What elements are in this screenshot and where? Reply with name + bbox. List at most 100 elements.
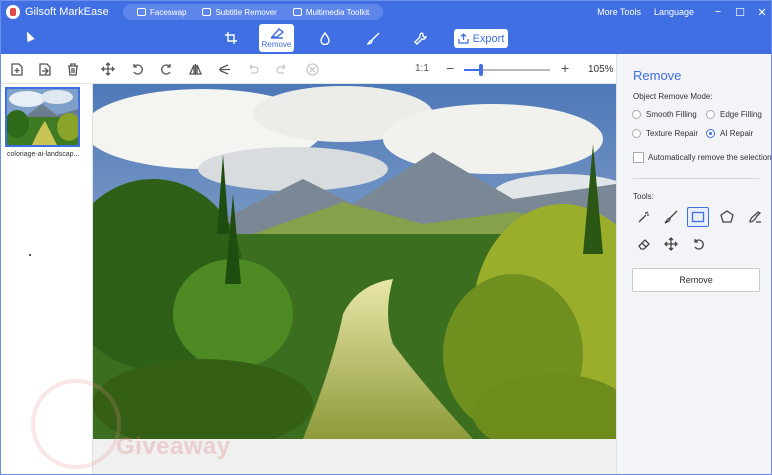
more-tools-link[interactable]: More Tools: [597, 7, 641, 17]
language-link[interactable]: Language: [654, 7, 694, 17]
rectangle-select-icon: [691, 211, 705, 223]
rotate-right-button[interactable]: [159, 62, 173, 76]
auto-remove-checkbox[interactable]: Automatically remove the selection: [633, 152, 772, 163]
brush-tool[interactable]: [660, 207, 682, 227]
stray-dot: [29, 254, 31, 256]
reset-tool[interactable]: [687, 234, 709, 254]
mouse-cursor-icon: [23, 29, 35, 43]
clear-icon: [305, 62, 319, 76]
brush-icon: [366, 32, 379, 45]
landscape-thumbnail-image: [7, 89, 78, 145]
flip-vertical-icon: [218, 63, 230, 75]
radio-circle-selected: [706, 129, 715, 138]
polygon-lasso-icon: [720, 210, 734, 223]
rectangle-tool[interactable]: [687, 207, 709, 227]
export-icon: [457, 33, 469, 44]
undo-button[interactable]: [246, 62, 260, 76]
flip-horizontal-button[interactable]: [188, 62, 202, 76]
watermark-mode-button[interactable]: [314, 23, 336, 53]
tools-label: Tools:: [633, 192, 654, 201]
app-title: Gilsoft MarkEase: [25, 6, 109, 18]
panel-title: Remove: [633, 68, 682, 83]
zoom-in-button[interactable]: +: [561, 60, 569, 76]
rotate-left-icon: [132, 63, 143, 75]
subtitle-remover-label: Subtitle Remover: [215, 7, 277, 17]
zoom-slider-thumb[interactable]: [479, 64, 484, 76]
ai-repair-label: AI Repair: [720, 129, 754, 138]
maximize-button[interactable]: ☐: [729, 1, 751, 23]
checkbox-box: [633, 152, 644, 163]
wrench-icon: [413, 31, 427, 45]
crop-icon: [225, 32, 237, 44]
import-file-button[interactable]: [38, 62, 52, 76]
tools-mode-button[interactable]: [409, 23, 431, 53]
brush-mode-button[interactable]: [362, 23, 384, 53]
watermark-text: Giveaway: [116, 433, 231, 460]
zoom-out-button[interactable]: −: [446, 60, 454, 76]
landscape-photo[interactable]: [93, 84, 616, 439]
lasso-pen-icon: [749, 211, 762, 223]
zoom-slider[interactable]: [464, 64, 550, 76]
file-name: coloriage-ai-landscap...: [7, 151, 80, 158]
faceswap-label: Faceswap: [150, 7, 187, 17]
edit-toolbar: 1:1 − + 105%: [1, 54, 616, 84]
remove-button[interactable]: Remove: [632, 268, 760, 292]
radio-circle: [632, 110, 641, 119]
minimize-button[interactable]: −: [707, 1, 729, 23]
close-button[interactable]: ✕: [751, 1, 771, 23]
radio-circle: [632, 129, 641, 138]
zoom-ratio-button[interactable]: 1:1: [415, 63, 429, 74]
redo-icon: [276, 64, 286, 74]
eraser-tool[interactable]: [633, 234, 655, 254]
radio-circle: [706, 110, 715, 119]
object-remove-mode-label: Object Remove Mode:: [633, 92, 713, 101]
app-window: Gilsoft MarkEase Faceswap Subtitle Remov…: [0, 0, 772, 475]
watermark-drop-icon: [320, 31, 330, 45]
title-bar: Gilsoft MarkEase Faceswap Subtitle Remov…: [1, 1, 771, 23]
crop-mode-button[interactable]: [220, 23, 242, 53]
eraser-icon: [269, 28, 284, 39]
image-canvas[interactable]: [93, 84, 616, 474]
title-right-area: More Tools Language − ☐ ✕: [597, 1, 771, 23]
remove-mode-button[interactable]: Remove: [259, 24, 294, 52]
lasso-tool[interactable]: [744, 207, 766, 227]
ai-repair-radio[interactable]: AI Repair: [706, 129, 753, 138]
flip-horizontal-icon: [188, 63, 202, 75]
auto-remove-label: Automatically remove the selection: [648, 153, 772, 162]
add-file-button[interactable]: [10, 62, 24, 76]
smooth-filling-label: Smooth Filling: [646, 110, 697, 119]
trash-icon: [68, 62, 78, 76]
file-thumbnail[interactable]: [5, 87, 80, 147]
export-button[interactable]: Export: [454, 29, 508, 48]
texture-repair-radio[interactable]: Texture Repair: [632, 129, 698, 138]
texture-repair-label: Texture Repair: [646, 129, 699, 138]
edge-filling-radio[interactable]: Edge Filling: [706, 110, 762, 119]
multimedia-toolkit-label: Multimedia Toolkit: [305, 7, 370, 17]
faceswap-link[interactable]: Faceswap: [137, 8, 186, 17]
import-file-icon: [39, 62, 51, 76]
magic-wand-icon: [638, 211, 649, 223]
brush-tool-icon: [664, 210, 678, 224]
subtitle-remover-link[interactable]: Subtitle Remover: [202, 7, 277, 17]
flip-vertical-button[interactable]: [217, 62, 231, 76]
redo-button[interactable]: [275, 62, 289, 76]
app-logo-icon: [6, 5, 20, 19]
undo-icon: [249, 64, 259, 74]
export-label: Export: [472, 32, 505, 45]
add-file-icon: [11, 62, 23, 76]
rotate-right-icon: [160, 63, 171, 75]
watermark-logo-icon: [31, 379, 121, 469]
rotate-left-button[interactable]: [130, 62, 144, 76]
move-button[interactable]: [101, 62, 115, 76]
delete-button[interactable]: [66, 62, 80, 76]
clear-button[interactable]: [305, 62, 319, 76]
polygon-tool[interactable]: [716, 207, 738, 227]
move-selection-tool[interactable]: [660, 234, 682, 254]
zoom-percent: 105%: [588, 64, 614, 75]
move-icon: [101, 62, 115, 76]
reset-icon: [693, 238, 704, 250]
smart-select-tool[interactable]: [633, 207, 655, 227]
mode-bar: Remove Export: [1, 23, 771, 54]
multimedia-toolkit-link[interactable]: Multimedia Toolkit: [292, 7, 370, 17]
smooth-filling-radio[interactable]: Smooth Filling: [632, 110, 697, 119]
